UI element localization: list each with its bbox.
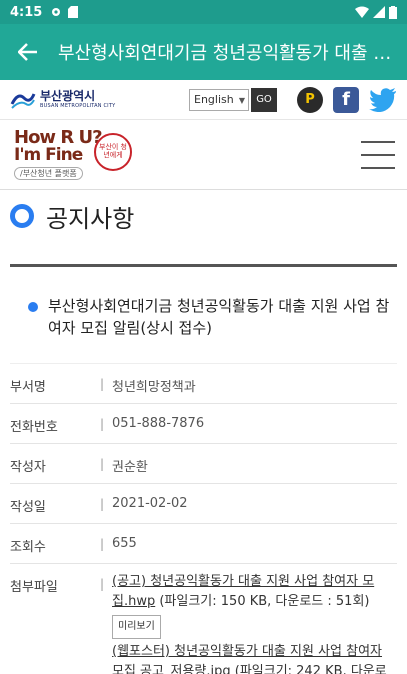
wifi-icon: [355, 6, 369, 18]
brand-logo-subtitle: /부산청년 플랫폼: [14, 166, 83, 180]
busan-logo-subtext: BUSAN METROPOLITAN CITY: [40, 103, 116, 109]
menu-icon-line: [361, 153, 395, 156]
app-bar-title: 부산형사회연대기금 청년공익활동가 대출 지원 사업 참여자 모집 알림(상시 …: [58, 43, 395, 64]
info-row-attachments: 첨부파일 | (공고) 청년공익활동가 대출 지원 사업 참여자 모집.hwp …: [10, 564, 397, 674]
app-bar: 부산형사회연대기금 청년공익활동가 대출 지원 사업 참여자 모집 알림(상시 …: [0, 24, 407, 80]
brand-logo-badge: 부산이 청년에게: [94, 132, 132, 171]
info-label: 작성자: [10, 460, 46, 475]
section-heading: 공지사항: [0, 190, 407, 234]
menu-icon-line: [361, 166, 395, 169]
bullet-icon: [28, 302, 38, 312]
info-label: 첨부파일: [10, 580, 58, 595]
site-top-bar: 부산광역시 BUSAN METROPOLITAN CITY English ▼ …: [0, 80, 407, 120]
busan-logo[interactable]: 부산광역시 BUSAN METROPOLITAN CITY: [10, 90, 115, 110]
page-title: 공지사항: [46, 204, 135, 233]
info-value: 051-888-7876: [112, 416, 205, 431]
status-bar: 4:15: [0, 0, 407, 24]
info-label: 전화번호: [10, 420, 58, 435]
info-value: 655: [112, 536, 137, 551]
info-row-views: 조회수 | 655: [10, 524, 397, 564]
back-button[interactable]: [12, 36, 44, 68]
attachment-list: (공고) 청년공익활동가 대출 지원 사업 참여자 모집.hwp (파일크기: …: [112, 564, 397, 674]
info-label: 부서명: [10, 380, 46, 395]
brand-logo-line2: I'm Fine: [14, 144, 83, 165]
menu-icon-line: [361, 140, 395, 143]
settings-icon: [52, 8, 61, 16]
info-label: 조회수: [10, 540, 46, 555]
signal-icon: [373, 6, 385, 18]
info-value: 권순환: [112, 460, 148, 475]
language-select[interactable]: English ▼: [189, 88, 249, 111]
brand-bar: How R U? I'm Fine 부산이 청년에게 /부산청년 플랫폼: [0, 120, 407, 190]
kakao-story-icon[interactable]: P: [297, 86, 323, 113]
info-label: 작성일: [10, 500, 46, 515]
arrow-left-icon: [18, 43, 37, 61]
info-row-author: 작성자 | 권순환: [10, 444, 397, 484]
info-value: 2021-02-02: [112, 496, 188, 511]
status-time: 4:15: [10, 4, 43, 20]
info-row-department: 부서명 | 청년희망정책과: [10, 364, 397, 404]
go-button[interactable]: GO: [251, 87, 277, 112]
menu-button[interactable]: [361, 140, 395, 169]
post-heading: 부산형사회연대기금 청년공익활동가 대출 지원 사업 참여자 모집 알림(상시 …: [0, 267, 407, 339]
post-title: 부산형사회연대기금 청년공익활동가 대출 지원 사업 참여자 모집 알림(상시 …: [48, 297, 390, 337]
language-select-value: English: [194, 93, 234, 106]
how-r-u-logo[interactable]: How R U? I'm Fine 부산이 청년에게 /부산청년 플랫폼: [12, 127, 142, 183]
twitter-icon[interactable]: [369, 87, 397, 112]
chevron-down-icon: ▼: [238, 95, 245, 105]
info-value: 청년희망정책과: [112, 380, 196, 395]
facebook-icon[interactable]: f: [333, 86, 359, 113]
busan-logo-text: 부산광역시: [40, 89, 96, 103]
busan-mark-icon: [10, 92, 36, 109]
ring-icon: [10, 204, 34, 228]
info-row-date: 작성일 | 2021-02-02: [10, 484, 397, 524]
info-row-phone: 전화번호 | 051-888-7876: [10, 404, 397, 444]
sd-card-icon: [68, 6, 79, 18]
attachment-meta: (파일크기: 150 KB, 다운로드 : 51회): [155, 594, 370, 609]
battery-icon: [389, 5, 397, 19]
preview-button[interactable]: 미리보기: [112, 615, 161, 639]
post-info-table: 부서명 | 청년희망정책과 전화번호 | 051-888-7876 작성자 | …: [10, 363, 397, 674]
